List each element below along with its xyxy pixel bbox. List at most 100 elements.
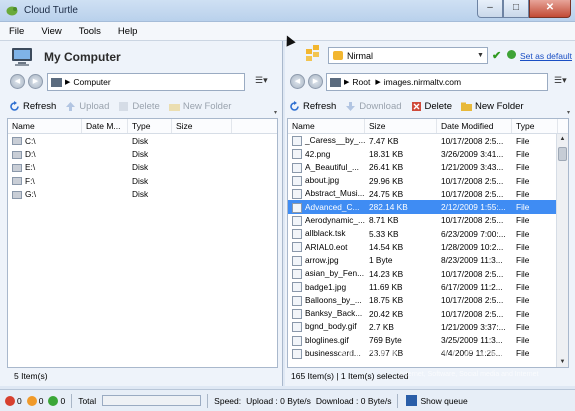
table-row[interactable]: 42.png 18.31 KB 3/26/2009 3:41... File xyxy=(288,147,558,160)
total-label: Total xyxy=(78,395,97,406)
refresh-button[interactable]: Refresh xyxy=(289,100,336,112)
delete-icon xyxy=(119,101,129,111)
cell-size: 7.47 KB xyxy=(369,135,399,146)
column-header-type[interactable]: Type xyxy=(128,119,172,133)
column-header-size[interactable]: Size xyxy=(172,119,232,133)
cell-name: about.jpg xyxy=(305,175,340,186)
cell-date: 10/17/2008 2:5... xyxy=(441,268,504,279)
table-row[interactable]: allblack.tsk 5.33 KB 6/23/2009 7:00:... Fil… xyxy=(288,227,558,240)
menu-help[interactable]: Help xyxy=(109,22,146,40)
view-options-button[interactable]: ☰▾ xyxy=(554,75,567,86)
table-row[interactable]: Advanced_C... 282.14 KB 2/12/2009 1:55:...… xyxy=(288,200,558,214)
table-row[interactable]: D:\ Disk xyxy=(8,147,277,160)
column-header-type[interactable]: Type xyxy=(512,119,558,133)
pane-collapse-icon[interactable]: ▾ xyxy=(274,109,281,116)
cell-name: _Caress__by_... xyxy=(305,135,365,146)
path-root[interactable]: Root xyxy=(352,77,370,87)
column-header-date[interactable]: Date Modified xyxy=(437,119,512,133)
table-row[interactable]: Banksy_Back... 20.42 KB 10/17/2008 2:5... F… xyxy=(288,307,558,320)
table-row[interactable]: bgnd_body.gif 2.7 KB 1/21/2009 3:37:... Fil… xyxy=(288,320,558,333)
column-header-size[interactable]: Size xyxy=(365,119,437,133)
cell-date: 6/23/2009 7:00:... xyxy=(441,228,506,239)
column-header-name[interactable]: Name xyxy=(8,119,82,133)
column-header-name[interactable]: Name xyxy=(288,119,365,133)
table-row[interactable]: G:\ Disk xyxy=(8,187,277,200)
path-bar[interactable]: ▶ Computer xyxy=(47,73,245,91)
chevron-right-icon: ▶ xyxy=(344,79,350,86)
vertical-scrollbar[interactable]: ▲ ▼ xyxy=(556,134,568,367)
path-segment[interactable]: images.nirmaltv.com xyxy=(384,77,461,87)
table-row[interactable]: A_Beautiful_... 26.41 KB 1/21/2009 3:43...… xyxy=(288,161,558,174)
show-queue-button[interactable]: Show queue xyxy=(406,395,468,406)
table-row[interactable]: arrow.jpg 1 Byte 8/23/2009 11:3... File xyxy=(288,254,558,267)
table-row[interactable]: asian_by_Fen... 14.23 KB 10/17/2008 2:5...… xyxy=(288,267,558,280)
set-as-default-link[interactable]: Set as default xyxy=(520,51,572,61)
file-icon xyxy=(292,242,302,253)
delete-button[interactable]: Delete xyxy=(411,101,452,112)
app-logo-icon xyxy=(6,6,18,16)
local-toolbar: Refresh Upload Delete New Folder xyxy=(0,97,282,115)
profile-select[interactable]: Nirmal ▼ xyxy=(328,47,488,64)
cell-name: C:\ xyxy=(25,135,36,146)
table-row[interactable]: _Caress__by_... 7.47 KB 10/17/2008 2:5... F… xyxy=(288,134,558,147)
path-bar[interactable]: ▶ Root ▶ images.nirmaltv.com xyxy=(326,73,548,91)
remote-pane: Nirmal ▼ ✔ Set as default ◀ ▶ ▶ Root ▶ i… xyxy=(285,41,575,386)
queue-done-count[interactable]: 0 xyxy=(48,395,65,406)
scroll-up-icon[interactable]: ▲ xyxy=(557,134,568,145)
path-segment[interactable]: Computer xyxy=(73,77,110,87)
cell-size: 14.54 KB xyxy=(369,242,404,253)
cell-name: badge1.jpg xyxy=(305,281,347,292)
menu-file[interactable]: File xyxy=(0,22,32,40)
table-row[interactable]: Balloons_by_... 18.75 KB 10/17/2008 2:5...… xyxy=(288,294,558,307)
refresh-button[interactable]: Refresh xyxy=(9,100,57,112)
table-row[interactable]: ARIAL0.eot 14.54 KB 1/28/2009 10:2... File xyxy=(288,240,558,253)
checkmark-icon[interactable]: ✔ xyxy=(492,49,501,62)
profile-value: Nirmal xyxy=(347,50,373,61)
cell-type: Disk xyxy=(132,188,149,199)
new-folder-button[interactable]: New Folder xyxy=(460,101,524,112)
done-icon xyxy=(48,395,59,406)
menu-tools[interactable]: Tools xyxy=(70,22,109,40)
view-options-button[interactable]: ☰▾ xyxy=(255,75,268,86)
upload-button[interactable]: Upload xyxy=(65,101,109,112)
download-button[interactable]: Download xyxy=(345,101,402,112)
menu-view[interactable]: View xyxy=(32,22,69,40)
refresh-label: Refresh xyxy=(23,100,57,112)
table-row[interactable]: Abstract_Musi... 24.75 KB 10/17/2008 2:5..… xyxy=(288,187,558,200)
back-button[interactable]: ◀ xyxy=(10,74,25,89)
table-row[interactable]: F:\ Disk xyxy=(8,174,277,187)
cell-size: 5.33 KB xyxy=(369,228,399,239)
title-bar[interactable]: Cloud Turtle – □ ✕ xyxy=(0,0,575,22)
queue-pending-count[interactable]: 0 xyxy=(26,395,43,406)
new-folder-button[interactable]: New Folder xyxy=(168,101,231,112)
maximize-button[interactable]: □ xyxy=(503,0,529,18)
table-row[interactable]: E:\ Disk xyxy=(8,161,277,174)
column-header-date[interactable]: Date M... xyxy=(82,119,128,133)
table-row[interactable]: C:\ Disk xyxy=(8,134,277,147)
local-file-list[interactable]: Name Date M... Type Size C:\ Disk D:\ Disk E… xyxy=(7,118,278,368)
scroll-thumb[interactable] xyxy=(558,147,567,161)
table-row[interactable]: Aerodynamic_... 8.71 KB 10/17/2008 2:5... F… xyxy=(288,214,558,227)
table-row[interactable]: badge1.jpg 11.69 KB 6/17/2009 11:2... File xyxy=(288,280,558,293)
cell-size: 2.7 KB xyxy=(369,321,394,332)
cell-type: File xyxy=(516,295,530,306)
file-icon xyxy=(292,175,302,186)
close-button[interactable]: ✕ xyxy=(529,0,571,18)
pane-collapse-icon[interactable]: ▾ xyxy=(567,109,574,116)
back-button[interactable]: ◀ xyxy=(290,74,305,89)
scroll-down-icon[interactable]: ▼ xyxy=(557,357,568,367)
delete-button[interactable]: Delete xyxy=(118,101,160,112)
queue-error-count[interactable]: 0 xyxy=(5,395,22,406)
cell-name: Abstract_Musi... xyxy=(305,188,365,199)
cell-date: 10/17/2008 2:5... xyxy=(441,175,504,186)
cell-size: 11.69 KB xyxy=(369,281,403,292)
forward-button[interactable]: ▶ xyxy=(28,74,43,89)
new-folder-icon xyxy=(460,102,472,111)
remote-file-list[interactable]: Name Size Date Modified Type _Caress__by… xyxy=(287,118,569,368)
table-row[interactable]: about.jpg 29.96 KB 10/17/2008 2:5... File xyxy=(288,174,558,187)
show-queue-label: Show queue xyxy=(420,395,468,406)
file-icon xyxy=(292,202,302,213)
cell-name: E:\ xyxy=(25,162,36,173)
minimize-button[interactable]: – xyxy=(477,0,503,18)
forward-button[interactable]: ▶ xyxy=(308,74,323,89)
